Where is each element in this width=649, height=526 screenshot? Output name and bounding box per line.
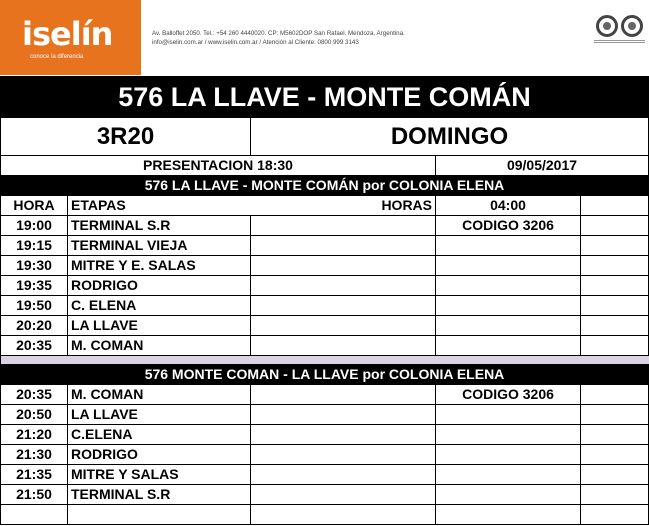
- certification-caption: [594, 39, 620, 45]
- stop-name: LA LLAVE: [68, 316, 251, 336]
- route-code: CODIGO 3206: [436, 385, 581, 405]
- empty-cell: [251, 505, 436, 525]
- presentation-time: PRESENTACION 18:30: [0, 156, 436, 176]
- day-of-week: DOMINGO: [251, 118, 649, 156]
- empty-cell: [251, 316, 436, 336]
- stop-name: MITRE Y E. SALAS: [68, 256, 251, 276]
- empty-cell: [581, 405, 649, 425]
- empty-cell: [251, 216, 436, 236]
- stop-name: LA LLAVE: [68, 405, 251, 425]
- empty-cell: [581, 385, 649, 405]
- empty-cell: [581, 425, 649, 445]
- route-title: 576 LA LLAVE - MONTE COMÁN: [0, 76, 649, 118]
- empty-cell: [581, 276, 649, 296]
- empty-cell: [251, 276, 436, 296]
- stop-time: [0, 505, 68, 525]
- route-code: [436, 336, 581, 356]
- stop-name: C.ELENA: [68, 425, 251, 445]
- route-code: [436, 296, 581, 316]
- route-code: [436, 485, 581, 505]
- stop-time: 20:35: [0, 336, 68, 356]
- route-code: [436, 425, 581, 445]
- stop-name: [68, 505, 251, 525]
- route-code: [436, 236, 581, 256]
- certification-seal-icon: [621, 15, 643, 37]
- stop-time: 19:30: [0, 256, 68, 276]
- stop-time: 20:20: [0, 316, 68, 336]
- empty-cell: [581, 196, 649, 216]
- certification-seal-icon: [596, 15, 618, 37]
- stop-time: 21:35: [0, 465, 68, 485]
- route-code: [436, 276, 581, 296]
- stop-name: C. ELENA: [68, 296, 251, 316]
- schedule-date: 09/05/2017: [436, 156, 649, 176]
- section-separator: [0, 356, 649, 365]
- route-code: CODIGO 3206: [436, 216, 581, 236]
- section-heading-return: 576 MONTE COMAN - LA LLAVE por COLONIA E…: [0, 365, 649, 385]
- certification-caption: [619, 39, 645, 45]
- empty-cell: [581, 236, 649, 256]
- stop-time: 21:50: [0, 485, 68, 505]
- empty-cell: [581, 445, 649, 465]
- stop-time: 21:30: [0, 445, 68, 465]
- stop-name: TERMINAL S.R: [68, 216, 251, 236]
- empty-cell: [251, 236, 436, 256]
- empty-cell: [251, 296, 436, 316]
- column-header-horas: HORAS: [251, 196, 436, 216]
- stop-time: 19:50: [0, 296, 68, 316]
- stop-time: 19:35: [0, 276, 68, 296]
- stop-name: RODRIGO: [68, 276, 251, 296]
- address-line-2: info@iselin.com.ar / www.iselin.com.ar /…: [152, 39, 359, 46]
- service-code: 3R20: [0, 118, 251, 156]
- route-code: [436, 316, 581, 336]
- empty-cell: [251, 425, 436, 445]
- route-code: [436, 256, 581, 276]
- stop-time: 19:00: [0, 216, 68, 236]
- empty-cell: [581, 256, 649, 276]
- empty-cell: [251, 405, 436, 425]
- section-heading-outbound: 576 LA LLAVE - MONTE COMÁN por COLONIA E…: [0, 176, 649, 196]
- empty-cell: [581, 296, 649, 316]
- route-code: [436, 405, 581, 425]
- empty-cell: [581, 336, 649, 356]
- route-code: [436, 445, 581, 465]
- stop-name: M. COMAN: [68, 336, 251, 356]
- stop-name: TERMINAL S.R: [68, 485, 251, 505]
- route-code: [436, 505, 581, 525]
- column-header-etapas: ETAPAS: [68, 196, 251, 216]
- stop-name: M. COMAN: [68, 385, 251, 405]
- empty-cell: [581, 485, 649, 505]
- stop-time: 20:50: [0, 405, 68, 425]
- empty-cell: [581, 216, 649, 236]
- logo-tagline: conoce la diferencia: [30, 54, 84, 60]
- stop-time: 21:20: [0, 425, 68, 445]
- empty-cell: [581, 316, 649, 336]
- route-code: [436, 465, 581, 485]
- company-address: Av. Balloffet 2050. Tel.: +54 260 444002…: [152, 29, 405, 47]
- empty-cell: [251, 445, 436, 465]
- stop-time: 20:35: [0, 385, 68, 405]
- stop-name: RODRIGO: [68, 445, 251, 465]
- empty-cell: [251, 256, 436, 276]
- stop-time: 19:15: [0, 236, 68, 256]
- stop-name: TERMINAL VIEJA: [68, 236, 251, 256]
- empty-cell: [581, 465, 649, 485]
- empty-cell: [251, 385, 436, 405]
- horas-value: 04:00: [436, 196, 581, 216]
- logo-wordmark: iselín: [22, 15, 113, 53]
- stop-name: MITRE Y SALAS: [68, 465, 251, 485]
- empty-cell: [251, 336, 436, 356]
- empty-cell: [581, 505, 649, 525]
- empty-cell: [251, 465, 436, 485]
- empty-cell: [251, 485, 436, 505]
- column-header-hora: HORA: [0, 196, 68, 216]
- address-line-1: Av. Balloffet 2050. Tel.: +54 260 444002…: [152, 30, 405, 37]
- company-logo: iselín conoce la diferencia: [0, 0, 141, 75]
